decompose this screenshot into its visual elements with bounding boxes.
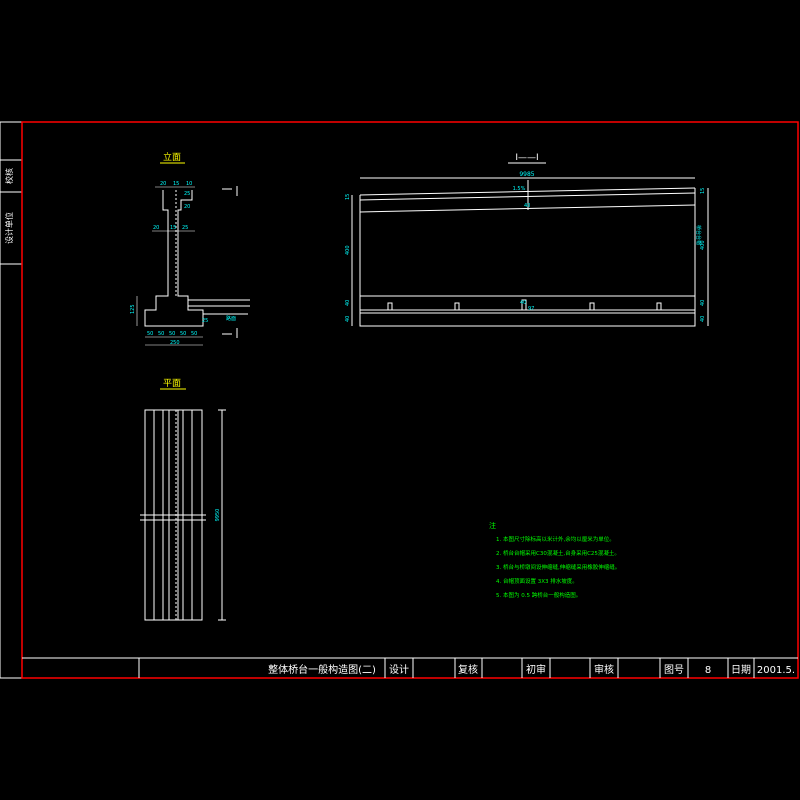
section-left-dim-1: 15: [345, 194, 351, 200]
section-right-note: 桥台台帽: [695, 225, 702, 245]
approve-label: 审核: [594, 663, 614, 676]
elevation-title: 立面: [163, 151, 181, 163]
plan-title: 平面: [163, 378, 181, 389]
side-tab-frame: [0, 121, 23, 679]
design-label: 设计: [389, 663, 409, 676]
section-slope-label: 1.5%: [513, 186, 526, 192]
note-item-3: 3. 桥台与桥墩间设伸缩缝,伸缩缝采用橡胶伸缩缝。: [496, 563, 620, 571]
elevation-dim-top-1: 20: [160, 181, 166, 187]
note-item-5: 5. 本图为 0.5 跨桥台一般构造图。: [496, 591, 581, 599]
side-tab-bottom-label: 设计单位: [4, 212, 14, 244]
drawing-title: 整体桥台一般构造图(二): [268, 663, 376, 676]
elevation-dim-side-1: 25: [184, 191, 190, 197]
section-left-dim-3: 40: [345, 300, 351, 306]
preliminary-label: 初审: [526, 663, 546, 676]
section-mid-label-2: 40: [520, 300, 526, 306]
elevation-dim-top-3: 10: [186, 181, 192, 187]
elevation-dim-bottom-5: 50: [191, 331, 197, 337]
section-mark-top: [222, 186, 238, 196]
plan-length-label: 9950: [215, 509, 221, 522]
review-label: 复核: [458, 663, 478, 676]
section-mark-bottom: [222, 328, 238, 338]
note-item-2: 2. 桥台台帽采用C30混凝土,台身采用C25混凝土。: [496, 549, 620, 557]
section-outline: [351, 177, 709, 327]
elevation-dim-bottom-3: 50: [169, 331, 175, 337]
section-right-dim-4: 40: [700, 316, 706, 322]
elevation-dim-mid-1: 20: [153, 225, 159, 231]
elevation-dim-top-2: 15: [173, 181, 179, 187]
elevation-dim-mid-3: 25: [182, 225, 188, 231]
drawing-no-value: 8: [705, 665, 711, 676]
elevation-dim-mid-4: 25: [202, 318, 208, 324]
section-left-dim-2: 400: [345, 245, 351, 255]
section-top-length: 9985: [519, 171, 534, 178]
section-right-dim-3: 40: [700, 300, 706, 306]
elevation-dim-side-2: 20: [184, 204, 190, 210]
date-value: 2001.5.: [757, 665, 795, 676]
drawing-no-label: 图号: [664, 664, 684, 676]
notes-heading: 注: [489, 521, 496, 530]
section-title: I——I: [515, 153, 538, 163]
elevation-dimensions: [136, 186, 203, 346]
note-item-1: 1. 本图尺寸除标高以米计外,余均以厘米为单位。: [496, 535, 615, 543]
date-label: 日期: [731, 664, 751, 676]
section-mid-label-1: 40: [524, 203, 530, 209]
plan-outline: [140, 409, 226, 621]
elevation-dim-bottom-2: 50: [158, 331, 164, 337]
drawing-canvas: 校核 设计单位 整体桥台一般构造图(二) 设计 复核 初审 审核 图号 8 日期…: [0, 121, 799, 679]
elevation-dim-mid-2: 15: [170, 225, 176, 231]
elevation-dim-height: 125: [130, 304, 136, 314]
section-right-dim-1: 15: [700, 188, 706, 194]
elevation-road-label: 路面: [226, 315, 236, 322]
elevation-dim-bottom-4: 50: [180, 331, 186, 337]
note-item-4: 4. 台帽顶面设置 3X3 排水坡度。: [496, 577, 578, 585]
side-tab-top-label: 校核: [4, 168, 14, 184]
section-mid-label-3: 97: [528, 306, 534, 312]
elevation-dim-bottom-1: 50: [147, 331, 153, 337]
elevation-dim-total: 250: [170, 340, 180, 346]
section-left-dim-4: 40: [345, 316, 351, 322]
elevation-outline: [144, 190, 250, 327]
